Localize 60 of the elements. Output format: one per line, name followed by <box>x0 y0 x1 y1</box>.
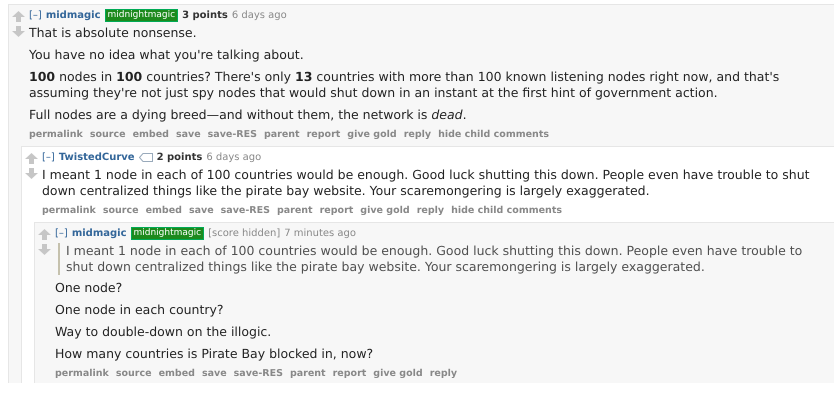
author-link[interactable]: midmagic <box>72 228 126 239</box>
comment-text: I meant 1 node in each of 100 countries would be enough. Good luck shutting this down. People even have trouble to shut down centralized things like the pirate bay website. Your scaremongering is largely exaggerated. <box>42 167 811 199</box>
upvote-icon[interactable] <box>12 11 25 22</box>
action-link[interactable]: permalink <box>42 205 96 216</box>
action-link[interactable]: source <box>90 129 126 140</box>
comment-text: One node in each country? <box>55 302 225 318</box>
comment-text: Full nodes are a dying breed—and without them, the network is dead. <box>29 107 468 123</box>
action-link[interactable]: report <box>332 368 366 379</box>
action-link[interactable]: save <box>176 129 201 140</box>
action-link[interactable]: reply <box>430 368 458 379</box>
quote-text: I meant 1 node in each of 100 countries would be enough. Good luck shutting this down. People even have trouble to shut down centralized things like the pirate bay website. Your scaremongering is largely exaggerated. <box>58 243 834 275</box>
action-link[interactable]: embed <box>132 129 169 140</box>
action-link[interactable]: source <box>102 205 139 216</box>
action-link[interactable]: parent <box>276 205 313 216</box>
action-link[interactable]: reply <box>416 205 444 216</box>
score-text: [score hidden] <box>208 228 280 239</box>
score-text: 2 points <box>156 152 202 163</box>
action-link[interactable]: give gold <box>373 368 423 379</box>
action-link[interactable]: save-RES <box>208 129 257 140</box>
user-flair: midnightmagic <box>104 9 178 22</box>
comment-text: How many countries is Pirate Bay blocked in, now? <box>55 346 374 362</box>
downvote-icon[interactable] <box>25 168 38 179</box>
action-link[interactable]: parent <box>290 368 326 379</box>
score-text: 3 points <box>182 10 228 21</box>
comment-text: You have no idea what you're talking about. <box>29 47 305 63</box>
action-link[interactable]: save-RES <box>234 368 283 379</box>
timestamp: 7 minutes ago <box>284 228 356 239</box>
comment-text: That is absolute nonsense. <box>29 25 198 41</box>
action-link[interactable]: hide child comments <box>451 205 562 216</box>
downvote-icon[interactable] <box>12 26 25 37</box>
action-link[interactable]: embed <box>158 368 195 379</box>
action-link[interactable]: embed <box>146 205 182 216</box>
action-link[interactable]: source <box>116 368 152 379</box>
upvote-icon[interactable] <box>25 153 38 164</box>
action-link[interactable]: save-RES <box>220 205 270 216</box>
action-link[interactable]: hide child comments <box>438 129 550 140</box>
action-link[interactable]: parent <box>264 129 300 140</box>
tag-icon[interactable] <box>138 153 153 162</box>
author-link[interactable]: midmagic <box>46 10 100 21</box>
action-link[interactable]: report <box>306 129 340 140</box>
action-link[interactable]: give gold <box>347 129 397 140</box>
collapse-toggle[interactable]: [–] <box>29 10 42 21</box>
comment-text: 100 nodes in 100 countries? There's only 13 countries with more than 100 known listening nodes right now, and that's assuming they're not just spy nodes that would shut down in an instant at the first hint of government action. <box>29 69 780 101</box>
action-link[interactable]: give gold <box>360 205 410 216</box>
user-flair: midnightmagic <box>130 227 204 240</box>
downvote-icon[interactable] <box>38 244 51 255</box>
action-link[interactable]: reply <box>404 129 432 140</box>
action-link[interactable]: save <box>202 368 227 379</box>
timestamp: 6 days ago <box>206 152 262 163</box>
collapse-toggle[interactable]: [–] <box>55 228 68 239</box>
comment-text: Way to double-down on the illogic. <box>55 324 272 340</box>
action-link[interactable]: save <box>188 205 214 216</box>
upvote-icon[interactable] <box>38 229 51 240</box>
timestamp: 6 days ago <box>232 10 287 21</box>
action-link[interactable]: report <box>320 205 354 216</box>
action-link[interactable]: permalink <box>29 129 83 140</box>
comment-text: One node? <box>55 280 124 296</box>
action-link[interactable]: permalink <box>55 368 109 379</box>
author-link[interactable]: TwistedCurve <box>58 152 135 163</box>
collapse-toggle[interactable]: [–] <box>42 152 55 163</box>
